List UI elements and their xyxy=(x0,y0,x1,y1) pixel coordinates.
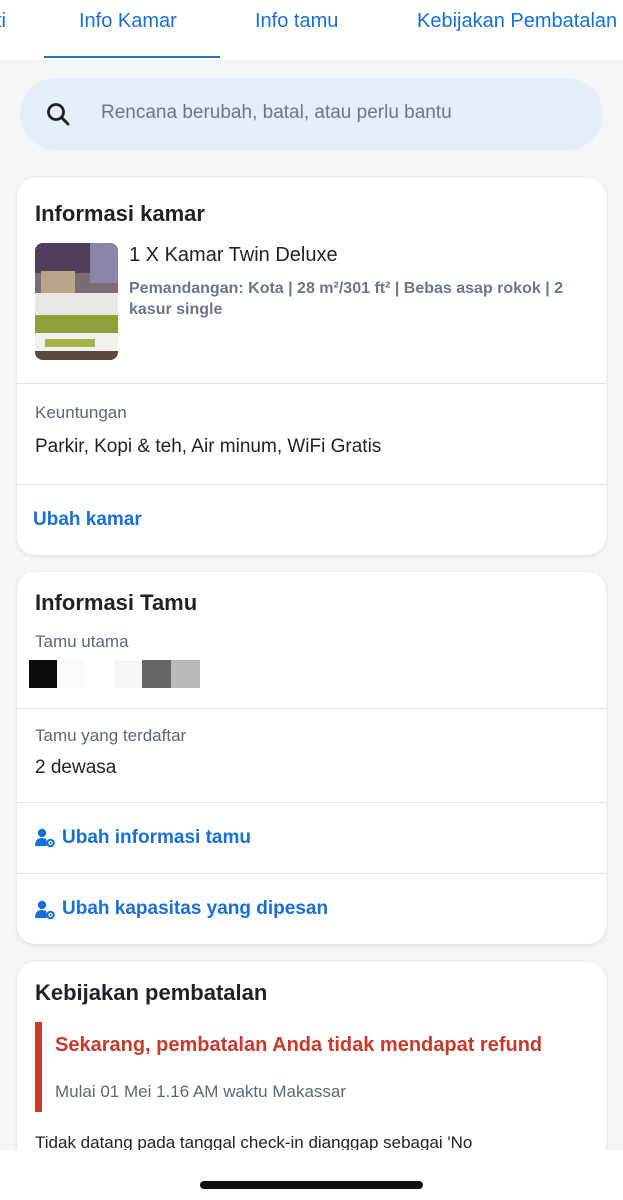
policy-effective-date: Mulai 01 Mei 1.16 AM waktu Makassar xyxy=(55,1082,347,1101)
tab-kebijakan-pembatalan[interactable]: Kebijakan Pembatalan xyxy=(417,10,617,33)
cancellation-title: Kebijakan pembatalan xyxy=(35,980,268,1005)
divider xyxy=(17,802,606,803)
user-settings-icon xyxy=(35,900,55,920)
tab-info-kamar[interactable]: Info Kamar xyxy=(79,10,177,33)
change-room-link[interactable]: Ubah kamar xyxy=(33,509,142,531)
tab-info-tamu[interactable]: Info tamu xyxy=(255,10,338,33)
edit-capacity-link[interactable]: Ubah kapasitas yang dipesan xyxy=(62,898,328,920)
benefits-label: Keuntungan xyxy=(35,403,127,422)
divider xyxy=(17,383,606,384)
registered-guests-value: 2 dewasa xyxy=(35,757,117,778)
search-icon xyxy=(47,103,70,126)
bottom-safe-area xyxy=(0,1150,623,1200)
search-input[interactable]: Rencana berubah, batal, atau perlu bantu xyxy=(101,102,452,124)
divider xyxy=(17,873,606,874)
policy-status-bar xyxy=(35,1022,42,1112)
main-guest-label: Tamu utama xyxy=(35,632,129,651)
benefits-value: Parkir, Kopi & teh, Air minum, WiFi Grat… xyxy=(35,436,382,457)
tab-bar: ti Info Kamar Info tamu Kebijakan Pembat… xyxy=(0,0,623,60)
home-indicator[interactable] xyxy=(200,1181,423,1189)
guest-info-title: Informasi Tamu xyxy=(35,590,198,615)
non-refundable-warning: Sekarang, pembatalan Anda tidak mendapat… xyxy=(55,1034,543,1056)
active-tab-indicator xyxy=(44,56,220,58)
room-description: Pemandangan: Kota | 28 m²/301 ft² | Beba… xyxy=(129,280,564,318)
room-photo[interactable] xyxy=(35,243,118,360)
room-info-card xyxy=(17,178,606,555)
divider xyxy=(17,484,606,485)
tab-previous[interactable]: ti xyxy=(0,10,6,33)
edit-guest-info-link[interactable]: Ubah informasi tamu xyxy=(62,827,251,849)
user-settings-icon xyxy=(35,828,55,848)
registered-guests-label: Tamu yang terdaftar xyxy=(35,726,187,745)
room-name: 1 X Kamar Twin Deluxe xyxy=(129,244,338,266)
divider xyxy=(17,708,606,709)
room-info-title: Informasi kamar xyxy=(35,201,205,226)
